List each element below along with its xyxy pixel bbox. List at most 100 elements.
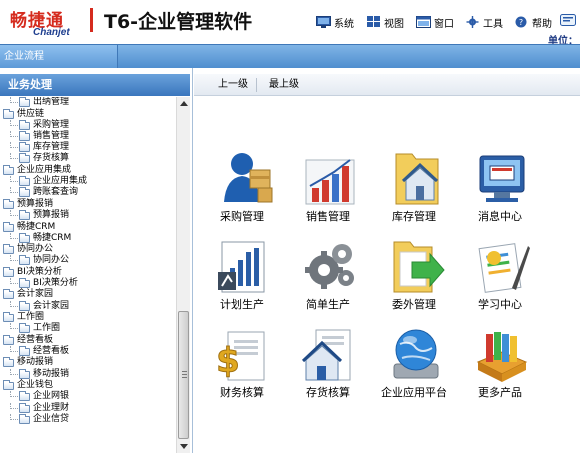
tree-label: 销售管理 — [33, 131, 70, 141]
folder-icon — [19, 141, 30, 152]
folder-icon — [19, 186, 30, 197]
tree-label: 企业应用集成 — [17, 165, 72, 175]
tree-connector — [10, 278, 18, 284]
view-icon — [367, 16, 380, 27]
menu-view[interactable]: 视图 — [366, 14, 404, 30]
folder-icon — [3, 266, 14, 277]
chat-icon[interactable] — [560, 14, 576, 28]
app-learning-center[interactable]: 学习中心 — [452, 238, 534, 320]
tree-item[interactable]: 跨账套查询 — [10, 186, 78, 198]
tree-group[interactable]: 会计家园 — [3, 288, 53, 300]
folder-icon — [3, 198, 14, 209]
app-purchase[interactable]: 采购管理 — [194, 150, 276, 232]
tree-connector — [10, 323, 18, 329]
tree-item[interactable]: 企业理财 — [10, 402, 69, 414]
app-learning-center-label: 学习中心 — [478, 298, 522, 311]
top-level-button[interactable]: 最上级 — [269, 74, 299, 96]
tree-item[interactable]: 销售管理 — [10, 130, 70, 142]
sidebar-scrollbar[interactable] — [176, 97, 190, 453]
app-more-products[interactable]: 更多产品 — [452, 326, 534, 408]
tree-item[interactable]: BI决策分析 — [10, 277, 78, 289]
folder-icon — [3, 356, 14, 367]
up-level-button[interactable]: 上一级 — [218, 74, 248, 96]
tree-item[interactable]: 库存管理 — [10, 141, 69, 153]
menu-window[interactable]: 窗口 — [416, 14, 454, 30]
system-icon — [316, 16, 331, 28]
tree-item[interactable]: 存货核算 — [10, 152, 69, 164]
tree-group[interactable]: 企业钱包 — [3, 379, 53, 391]
product-title: T6-企业管理软件 — [104, 11, 253, 33]
app-more-products-label: 更多产品 — [478, 386, 522, 399]
platform-globe-icon — [393, 329, 439, 379]
menu-system[interactable]: 系统 — [316, 14, 354, 30]
gears-icon — [305, 244, 354, 289]
tree-group[interactable]: 畅捷CRM — [3, 221, 55, 233]
tree-group[interactable]: 供应链 — [3, 108, 45, 120]
tree-group[interactable]: BI决策分析 — [3, 266, 62, 278]
app-inventory-label: 库存管理 — [392, 210, 436, 223]
tree-connector — [10, 131, 18, 137]
tree-connector — [10, 153, 18, 159]
chanjet-logo: 畅捷通 Chanjet — [10, 6, 80, 38]
app-simple-production-label: 简单生产 — [306, 298, 350, 311]
app-outsourcing[interactable]: 委外管理 — [366, 238, 448, 320]
tree-item[interactable]: 移动报销 — [10, 368, 69, 380]
tree-item[interactable]: 会计家园 — [10, 300, 69, 312]
tree-label: 预算报销 — [33, 210, 70, 220]
tree-item[interactable]: 畅捷CRM — [10, 232, 72, 244]
tree-item[interactable]: 企业网银 — [10, 390, 69, 402]
tree-label: 工作圈 — [17, 312, 45, 322]
plan-production-icon — [218, 241, 265, 293]
app-simple-production[interactable]: 简单生产 — [280, 238, 362, 320]
inventory-icon — [395, 153, 439, 205]
scroll-down-arrow-icon[interactable] — [180, 444, 188, 449]
folder-icon — [19, 97, 30, 107]
tree-item[interactable]: 工作圈 — [10, 322, 60, 334]
logo-english: Chanjet — [33, 27, 70, 38]
folder-icon — [3, 379, 14, 390]
menu-tools[interactable]: 工具 — [465, 14, 503, 30]
scroll-thumb[interactable] — [178, 311, 189, 439]
help-icon: ? — [515, 16, 527, 28]
tree-connector — [10, 210, 18, 216]
tree-item[interactable]: 采购管理 — [10, 119, 69, 131]
app-finance[interactable]: $ 财务核算 — [194, 326, 276, 408]
folder-icon — [19, 277, 30, 288]
app-inventory[interactable]: 库存管理 — [366, 150, 448, 232]
folder-icon — [3, 243, 14, 254]
tree-group[interactable]: 经营看板 — [3, 334, 53, 346]
tree-connector — [10, 369, 18, 375]
app-enterprise-platform[interactable]: 企业应用平台 — [366, 326, 448, 408]
scroll-up-arrow-icon[interactable] — [180, 101, 188, 106]
app-sales[interactable]: 销售管理 — [280, 150, 362, 232]
app-plan-production[interactable]: 计划生产 — [194, 238, 276, 320]
tree-group[interactable]: 协同办公 — [3, 243, 53, 255]
tree-item[interactable]: 协同办公 — [10, 254, 69, 266]
app-finance-label: 财务核算 — [220, 386, 264, 399]
tab-enterprise-process[interactable]: 企业流程 — [0, 45, 118, 68]
folder-icon — [3, 311, 14, 322]
app-stock-accounting[interactable]: 存货核算 — [280, 326, 362, 408]
menu-tools-label: 工具 — [483, 18, 503, 30]
tree-group[interactable]: 企业应用集成 — [3, 164, 72, 176]
tree-group[interactable]: 预算报销 — [3, 198, 53, 210]
app-message-center[interactable]: 消息中心 — [452, 150, 534, 232]
tree-item[interactable]: 企业信贷 — [10, 413, 69, 425]
menu-window-label: 窗口 — [434, 18, 454, 30]
folder-icon — [19, 130, 30, 141]
folder-icon — [19, 345, 30, 356]
tree-label: 供应链 — [17, 109, 45, 119]
folder-icon — [3, 334, 14, 345]
tree-item[interactable]: 企业应用集成 — [10, 175, 87, 187]
tree-group[interactable]: 移动报销 — [3, 356, 53, 368]
tree-label: BI决策分析 — [17, 267, 62, 277]
tree-item[interactable]: 预算报销 — [10, 209, 70, 221]
tree-group[interactable]: 工作圈 — [3, 311, 45, 323]
tree-label: 畅捷CRM — [33, 233, 72, 243]
app-purchase-label: 采购管理 — [220, 210, 264, 223]
tree-item[interactable]: 出纳管理 — [10, 97, 69, 108]
app-header: 畅捷通 Chanjet T6-企业管理软件 系统 视图 窗口 工具 ? 帮助 单… — [0, 0, 580, 47]
folder-icon — [3, 108, 14, 119]
menu-help[interactable]: ? 帮助 — [514, 14, 552, 30]
tree-item[interactable]: 经营看板 — [10, 345, 69, 357]
